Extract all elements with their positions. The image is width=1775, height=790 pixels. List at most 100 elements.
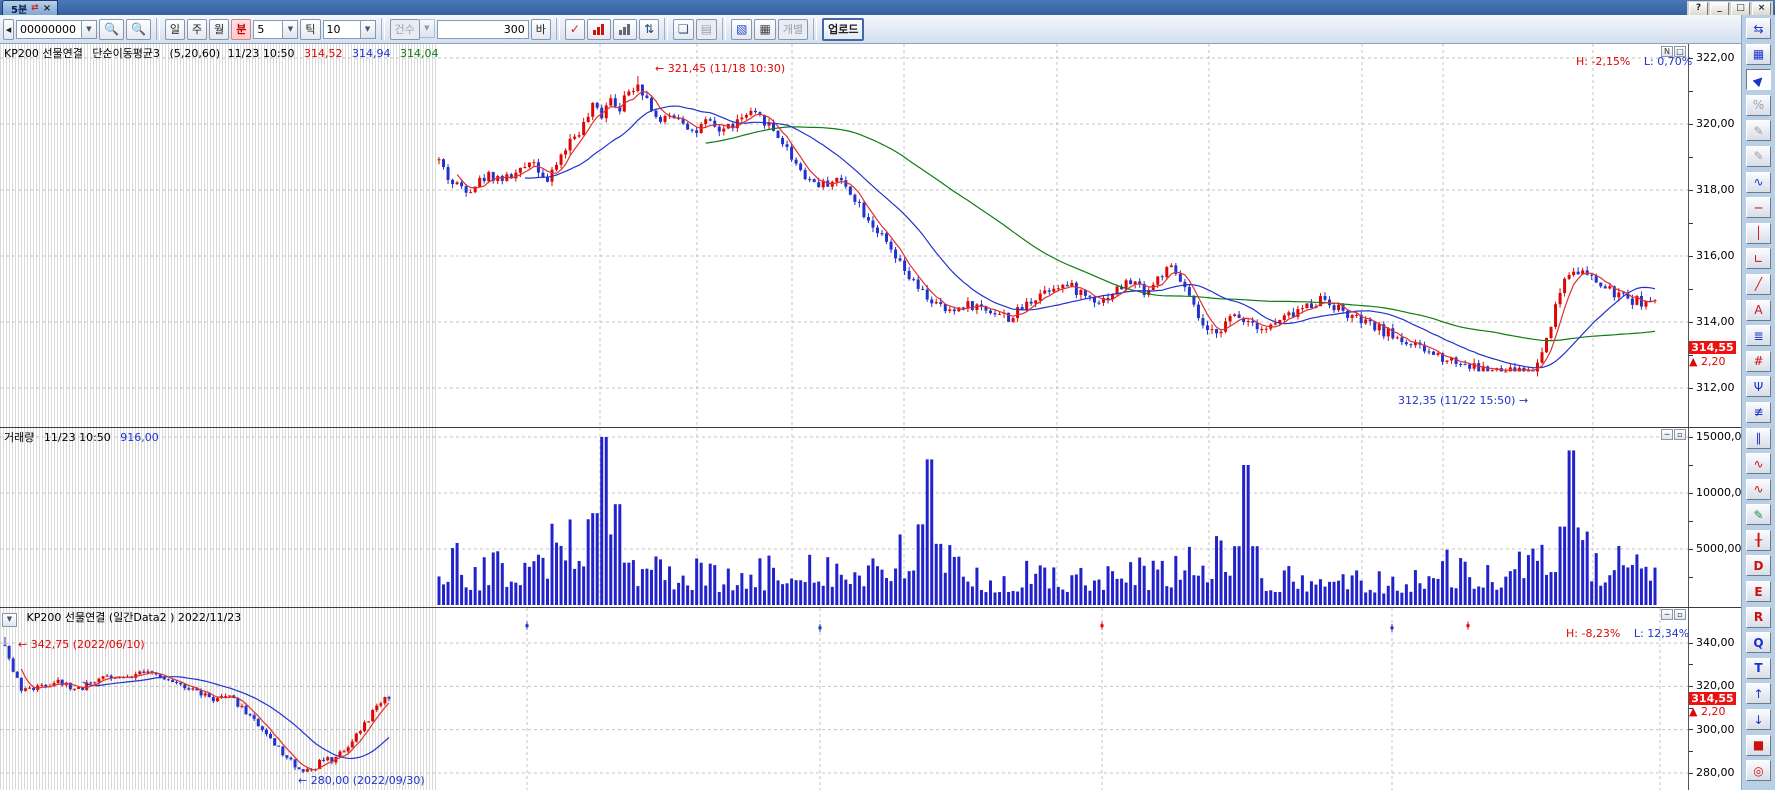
current-price-box: 314,55 (1689, 341, 1736, 354)
minute-period-button[interactable]: 분 (231, 19, 251, 40)
text-tool-button[interactable]: T (1746, 658, 1771, 679)
red-bars-icon (592, 23, 606, 35)
pane-minimize-button[interactable]: ─ (1661, 609, 1673, 620)
sort-updown-icon[interactable]: ⇅ (639, 19, 659, 40)
main-candle-plot[interactable] (0, 44, 1688, 427)
pane-n-button[interactable]: N (1661, 46, 1673, 57)
percent-measure-button: % (1746, 95, 1771, 116)
hatch-d-button[interactable]: D (1746, 555, 1771, 576)
daily-high-low-percent: H: -8,23% L: 12,34% (1556, 627, 1689, 640)
tab-5min[interactable]: 5분 ⇄ × (2, 0, 58, 15)
vertical-line-button[interactable]: │ (1746, 223, 1771, 244)
upload-button[interactable]: 업로드 (822, 18, 864, 41)
hatch-e-button[interactable]: E (1746, 581, 1771, 602)
ma60-value: 314,04 (400, 47, 439, 60)
pane-maximize-button[interactable]: ▫ (1674, 609, 1686, 620)
ma5-value: 314,52 (304, 47, 343, 60)
volume-header: 거래량 11/23 10:50 916,00 (4, 429, 165, 445)
refresh-cycle-button[interactable]: ⇆ (1746, 18, 1771, 39)
fib-line-button[interactable]: # (1746, 351, 1771, 372)
axis-tick (1689, 190, 1693, 191)
search-icon[interactable]: 🔍 (99, 19, 124, 40)
close-button[interactable]: × (1752, 2, 1771, 16)
week-period-button[interactable]: 주 (187, 19, 207, 40)
month-period-button[interactable]: 월 (209, 19, 229, 40)
hatch-r-button[interactable]: R (1746, 607, 1771, 628)
quote-list-button[interactable]: Q (1746, 632, 1771, 653)
hatch-d-icon: D (1754, 559, 1764, 573)
volume-pane: 거래량 11/23 10:50 916,00 ─ ▫ 15000,0010000… (0, 428, 1741, 608)
pane-window-buttons: ─ ▫ (1661, 609, 1686, 620)
tab-chart-icon: ⇄ (31, 3, 39, 13)
pane-minimize-button[interactable]: ─ (1661, 429, 1673, 440)
tab-close-icon[interactable]: × (43, 3, 51, 14)
volume-title: 거래량 (4, 431, 34, 444)
horizontal-line-icon: ─ (1755, 201, 1762, 215)
count-combo: 건수 ▼ (390, 19, 435, 40)
low-high-marker-button[interactable]: ╂ (1746, 530, 1771, 551)
symbol-dropdown-icon[interactable]: ▼ (82, 20, 97, 39)
target-circle-button[interactable]: ◎ (1746, 760, 1771, 781)
axis-label: 322,00 (1696, 51, 1735, 64)
multi-lines-button[interactable]: ≣ (1746, 325, 1771, 346)
trend-line-button[interactable]: ╱ (1746, 274, 1771, 295)
day-period-button[interactable]: 일 (165, 19, 185, 40)
help-button[interactable]: ? (1689, 2, 1708, 16)
elliott-wave-button[interactable]: ∿ (1746, 453, 1771, 474)
tick-value-input[interactable]: 10 (323, 20, 361, 39)
arrow-down-button[interactable]: ↓ (1746, 709, 1771, 730)
angle-line-icon: ∟ (1753, 252, 1763, 266)
axis-tick (1689, 124, 1693, 125)
tab-bar: 5분 ⇄ × ? _ □ × (0, 0, 1775, 16)
bar-chart-icon[interactable] (613, 19, 637, 40)
hatch-e-icon: E (1754, 585, 1762, 599)
elliott-wave-icon: ∿ (1753, 457, 1763, 471)
tick-period-button[interactable]: 틱 (300, 19, 320, 40)
candle-pattern-button[interactable]: ▦ (1746, 44, 1771, 65)
pointer-tool-button[interactable]: ▶ (1746, 69, 1771, 90)
individual-button: 개별 (778, 19, 808, 40)
axis-tick (1689, 549, 1693, 550)
search-prev-icon[interactable]: 🔍 (126, 19, 151, 40)
price-label-button[interactable]: A (1746, 300, 1771, 321)
pane-maximize-button[interactable]: ▫ (1674, 429, 1686, 440)
daily-candle-plot[interactable] (0, 608, 1688, 790)
elliott-wave2-button[interactable]: ∿ (1746, 479, 1771, 500)
new-page-icon[interactable]: ❏ (673, 19, 694, 40)
daily-high-percent: H: -8,23% (1566, 627, 1620, 640)
angle-line-button[interactable]: ∟ (1746, 248, 1771, 269)
chevron-down-icon[interactable]: ▼ (2, 613, 17, 627)
separator (813, 18, 817, 40)
table-icon[interactable]: ▦ (754, 19, 775, 40)
target-circle-icon: ◎ (1753, 764, 1763, 778)
bar-button[interactable]: 바 (531, 19, 551, 40)
chart-style-icon[interactable]: ✓ (565, 19, 585, 40)
symbol-input[interactable]: 00000000 (16, 20, 82, 39)
tick-dropdown-icon[interactable]: ▼ (361, 20, 376, 39)
pane-box-button[interactable]: □ (1674, 46, 1686, 57)
axis-minor-tick (1689, 157, 1693, 158)
pitchfork-icon: Ψ (1754, 380, 1763, 394)
volume-plot[interactable] (0, 428, 1688, 607)
horizontal-line-button[interactable]: ─ (1746, 197, 1771, 218)
parallel-channel-button[interactable]: ∥ (1746, 428, 1771, 449)
gray-bars-icon (618, 23, 632, 35)
minute-value-input[interactable]: 5 (253, 20, 283, 39)
indicator-line-button[interactable]: ∿ (1746, 172, 1771, 193)
bar-count-input[interactable]: 300 (437, 20, 529, 39)
print-icon: ▤ (696, 19, 717, 40)
restore-button[interactable]: □ (1731, 2, 1750, 16)
pencil-button[interactable]: ✎ (1746, 504, 1771, 525)
minute-dropdown-icon[interactable]: ▼ (283, 20, 298, 39)
axis-tick (1689, 773, 1693, 774)
fib-retracement-button[interactable]: ≢ (1746, 402, 1771, 423)
stop-square-button[interactable]: ■ (1746, 735, 1771, 756)
pitchfork-button[interactable]: Ψ (1746, 376, 1771, 397)
percent-measure-icon: % (1753, 98, 1764, 112)
arrow-up-button[interactable]: ↑ (1746, 683, 1771, 704)
minimize-button[interactable]: _ (1710, 2, 1729, 16)
collapse-handle-button[interactable]: ◂ (3, 19, 14, 40)
volume-chart-icon[interactable] (587, 19, 611, 40)
report-page-icon[interactable]: ▧ (731, 19, 752, 40)
high-annotation: ← 321,45 (11/18 10:30) (655, 62, 785, 75)
